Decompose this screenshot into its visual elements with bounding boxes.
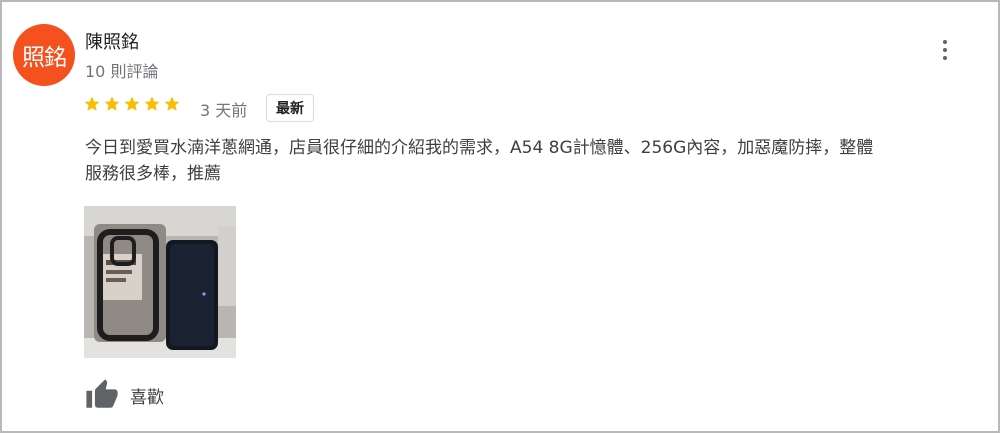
like-label: 喜歡 [130, 387, 164, 408]
star-icon [84, 96, 100, 111]
more-vert-icon-dot [943, 48, 947, 52]
star-rating [83, 95, 181, 113]
review-card: 照銘 陳照銘 10 則評論 3 天前 最新 今日到愛買水湳洋蔥網通，店員很仔細的… [0, 0, 1000, 433]
more-options-button[interactable] [930, 36, 960, 64]
phone-photo-image [84, 206, 236, 358]
star-icon [144, 96, 160, 111]
reviewer-review-count: 10 則評論 [85, 62, 159, 81]
review-photo[interactable] [84, 206, 236, 358]
star-icon [164, 96, 180, 111]
review-age: 3 天前 [200, 101, 248, 120]
more-vert-icon-dot [943, 56, 947, 60]
reviewer-name[interactable]: 陳照銘 [85, 28, 139, 54]
newest-badge: 最新 [266, 94, 314, 122]
more-vert-icon [943, 40, 947, 44]
thumbs-up-icon [86, 379, 118, 408]
like-button[interactable]: 喜歡 [84, 378, 164, 412]
star-icon [124, 96, 140, 111]
review-text: 今日到愛買水湳洋蔥網通，店員很仔細的介紹我的需求，A54 8G計憶體、256G內… [85, 138, 874, 184]
avatar-text: 照銘 [22, 45, 67, 71]
reviewer-avatar[interactable]: 照銘 [13, 24, 75, 86]
star-icon [104, 96, 120, 111]
